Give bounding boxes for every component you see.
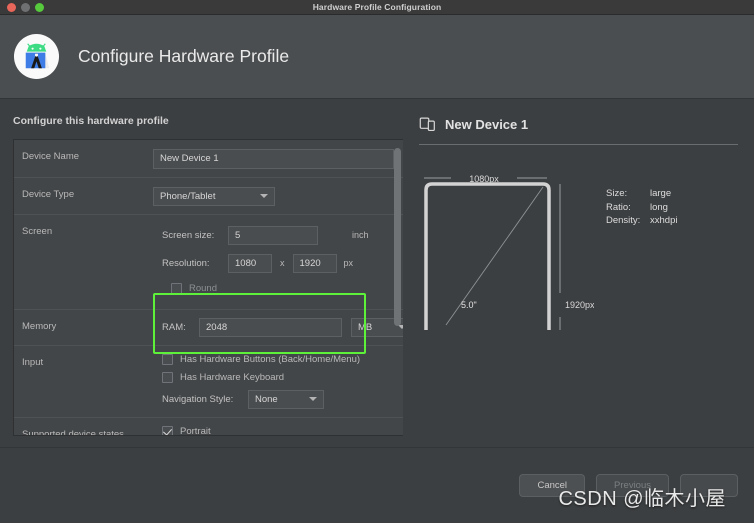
- form-scrollbar[interactable]: [394, 148, 401, 326]
- resolution-group: Resolution: 1080 x 1920 px: [162, 253, 403, 273]
- watermark: CSDN @临木小屋: [558, 482, 726, 511]
- section-heading: Configure this hardware profile: [13, 115, 169, 127]
- round-label: Round: [189, 282, 217, 294]
- hardware-profile-dialog: Hardware Profile Configuration Configure…: [0, 0, 754, 523]
- device-type-value: Phone/Tablet: [160, 190, 216, 202]
- preview-pane: New Device 1 1080px 5.0" 1920px Size: la…: [405, 99, 754, 447]
- ram-label: RAM:: [162, 321, 186, 333]
- window-title: Hardware Profile Configuration: [312, 2, 442, 12]
- device-type-label: Device Type: [22, 188, 75, 200]
- portrait-row[interactable]: Portrait: [162, 425, 403, 436]
- resolution-height-input[interactable]: 1920: [292, 253, 337, 273]
- hardware-keyboard-checkbox[interactable]: [162, 371, 173, 383]
- device-outline-svg: 1080px 5.0" 1920px: [424, 174, 595, 330]
- resolution-width-input[interactable]: 1080: [228, 253, 272, 273]
- hardware-keyboard-row[interactable]: Has Hardware Keyboard: [162, 371, 403, 383]
- device-name-label: Device Name: [22, 151, 80, 162]
- hardware-keyboard-label: Has Hardware Keyboard: [180, 371, 285, 383]
- property-key: Size:: [606, 188, 628, 199]
- dialog-header: Configure Hardware Profile: [0, 15, 754, 99]
- property-value: xxhdpi: [650, 215, 678, 226]
- portrait-checkbox[interactable]: [162, 425, 173, 435]
- property-key: Ratio:: [606, 201, 631, 213]
- preview-device-name: New Device 1: [445, 117, 529, 132]
- input-label: Input: [22, 356, 44, 368]
- hardware-buttons-checkbox[interactable]: [162, 353, 173, 365]
- row-memory: Memory RAM: 2048 MB: [14, 310, 403, 346]
- nav-style-select[interactable]: None: [248, 389, 324, 409]
- property-row: Ratio: long: [606, 201, 677, 215]
- row-device-type: Device Type Phone/Tablet: [14, 178, 403, 215]
- resolution-separator: x: [280, 258, 285, 268]
- property-value: long: [650, 201, 668, 213]
- device-name-input[interactable]: New Device 1: [153, 148, 394, 169]
- nav-style-value: None: [255, 393, 278, 405]
- dialog-footer: Cancel Previous CSDN @临木小屋: [0, 447, 754, 523]
- device-diagram: 1080px 5.0" 1920px: [419, 165, 595, 330]
- height-dimension-label: 1920px: [565, 300, 594, 310]
- screen-label: Screen: [22, 225, 53, 237]
- page-title: Configure Hardware Profile: [78, 46, 290, 66]
- portrait-label: Portrait: [180, 425, 211, 436]
- property-key: Density:: [606, 215, 641, 226]
- resolution-label: Resolution:: [162, 257, 210, 269]
- form-pane: Configure this hardware profile Device N…: [0, 99, 405, 447]
- title-bar: Hardware Profile Configuration: [0, 0, 754, 15]
- screen-size-unit: inch: [352, 230, 369, 240]
- resolution-unit: px: [343, 258, 354, 268]
- property-row: Size: large: [606, 187, 677, 201]
- round-checkbox-row[interactable]: Round: [171, 282, 403, 294]
- row-device-states: Supported device states Portrait Landsca…: [14, 418, 403, 436]
- preview-content: 1080px 5.0" 1920px Size: large Ratio: long…: [419, 165, 738, 330]
- ram-input[interactable]: 2048: [199, 317, 342, 337]
- round-checkbox[interactable]: [171, 282, 182, 294]
- row-input: Input Has Hardware Buttons (Back/Home/Me…: [14, 346, 403, 418]
- dialog-body: Configure this hardware profile Device N…: [0, 99, 754, 447]
- android-studio-icon: [13, 33, 60, 80]
- watermark-text: CSDN @临木小屋: [558, 488, 726, 510]
- property-value: large: [650, 188, 672, 199]
- row-device-name: Device Name New Device 1: [14, 140, 403, 178]
- hardware-buttons-row[interactable]: Has Hardware Buttons (Back/Home/Menu): [162, 353, 403, 365]
- row-screen: Screen Screen size: 5 inch Resolution: 1…: [14, 215, 403, 354]
- devices-icon: [419, 117, 435, 132]
- diagonal-dimension-label: 5.0": [461, 300, 477, 310]
- device-properties: Size: large Ratio: long Density: xxhdpi: [606, 187, 677, 330]
- nav-style-label: Navigation Style:: [162, 393, 234, 405]
- chevron-down-icon: [260, 194, 268, 198]
- preview-header: New Device 1: [419, 116, 738, 133]
- screen-size-label: Screen size:: [162, 229, 215, 241]
- device-states-label: Supported device states: [22, 428, 124, 436]
- device-type-select[interactable]: Phone/Tablet: [153, 186, 275, 206]
- screen-size-input[interactable]: 5: [228, 225, 318, 245]
- screen-size-group: Screen size: 5 inch: [162, 225, 403, 245]
- ram-group: RAM: 2048 MB: [153, 317, 403, 337]
- hardware-buttons-label: Has Hardware Buttons (Back/Home/Menu): [180, 353, 361, 365]
- memory-label: Memory: [22, 320, 57, 332]
- preview-divider: [419, 144, 738, 145]
- hardware-form: Device Name New Device 1 Device Type Pho…: [13, 139, 403, 436]
- property-row: Density: xxhdpi: [606, 214, 677, 228]
- ram-unit-value: MB: [358, 321, 373, 333]
- nav-style-group: Navigation Style: None: [162, 389, 403, 409]
- chevron-down-icon: [309, 397, 317, 401]
